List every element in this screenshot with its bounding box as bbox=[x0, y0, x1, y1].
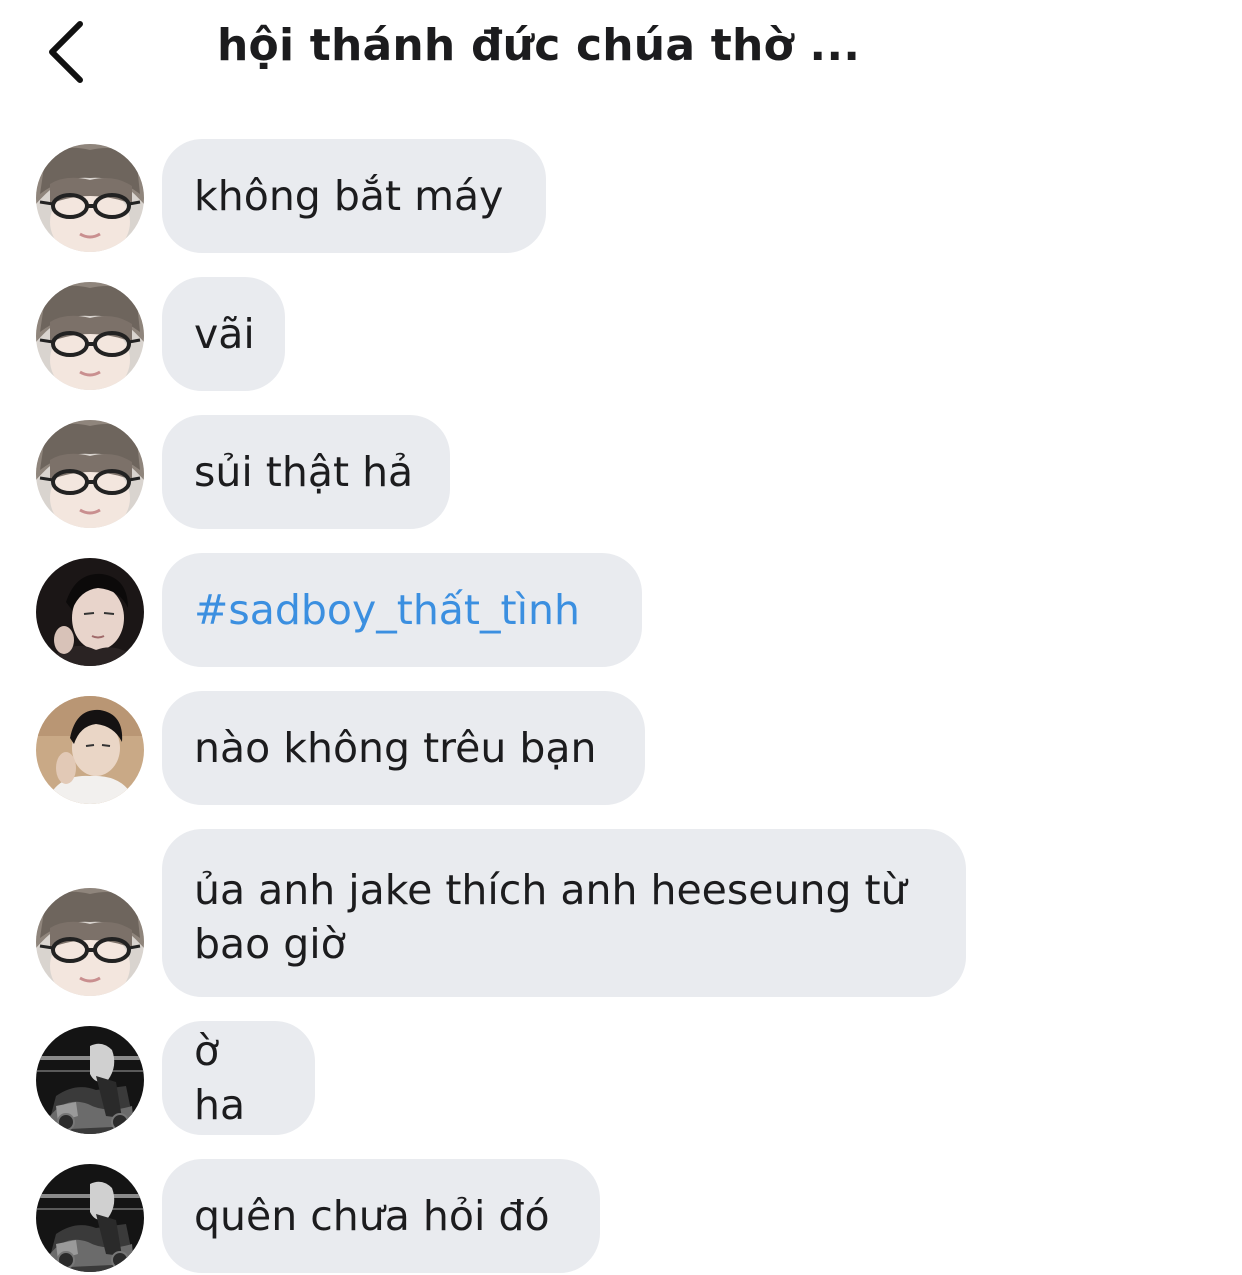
message-text: sủi thật hả bbox=[194, 448, 414, 496]
avatar-image bbox=[36, 696, 144, 804]
message-text: nào không trêu bạn bbox=[194, 724, 597, 772]
avatar[interactable] bbox=[36, 696, 144, 804]
avatar[interactable] bbox=[36, 558, 144, 666]
avatar[interactable] bbox=[36, 1026, 144, 1134]
avatar-image bbox=[36, 1026, 144, 1134]
message-bubble[interactable]: quên chưa hỏi đó bbox=[162, 1159, 600, 1273]
avatar[interactable] bbox=[36, 1164, 144, 1272]
avatar[interactable] bbox=[36, 282, 144, 390]
message-bubble[interactable]: không bắt máy bbox=[162, 139, 546, 253]
message-bubble[interactable]: #sadboy_thất_tình bbox=[162, 553, 642, 667]
avatar-image bbox=[36, 1164, 144, 1272]
avatar[interactable] bbox=[36, 888, 144, 996]
avatar-image bbox=[36, 558, 144, 666]
avatar[interactable] bbox=[36, 420, 144, 528]
message-bubble[interactable]: vãi bbox=[162, 277, 285, 391]
message-text: ủa anh jake thích anh heeseung từ bao gi… bbox=[194, 866, 907, 968]
message-text: vãi bbox=[194, 310, 255, 358]
message-bubble[interactable]: ủa anh jake thích anh heeseung từ bao gi… bbox=[162, 829, 966, 997]
avatar[interactable] bbox=[36, 144, 144, 252]
avatar-image bbox=[36, 144, 144, 252]
hashtag-link[interactable]: #sadboy_thất_tình bbox=[194, 583, 580, 637]
avatar-image bbox=[36, 420, 144, 528]
chevron-left-icon bbox=[49, 21, 83, 83]
avatar-image bbox=[36, 888, 144, 996]
message-text: ờ ha bbox=[194, 1027, 246, 1129]
message-bubble[interactable]: nào không trêu bạn bbox=[162, 691, 645, 805]
message-bubble[interactable]: sủi thật hả bbox=[162, 415, 450, 529]
message-text: không bắt máy bbox=[194, 172, 504, 220]
back-button[interactable] bbox=[36, 14, 106, 90]
message-text: quên chưa hỏi đó bbox=[194, 1192, 550, 1240]
avatar-image bbox=[36, 282, 144, 390]
message-bubble[interactable]: ờ ha bbox=[162, 1021, 315, 1135]
chat-header: hội thánh đức chúa thờ ... bbox=[0, 0, 1242, 110]
chat-title[interactable]: hội thánh đức chúa thờ ... bbox=[217, 20, 860, 71]
